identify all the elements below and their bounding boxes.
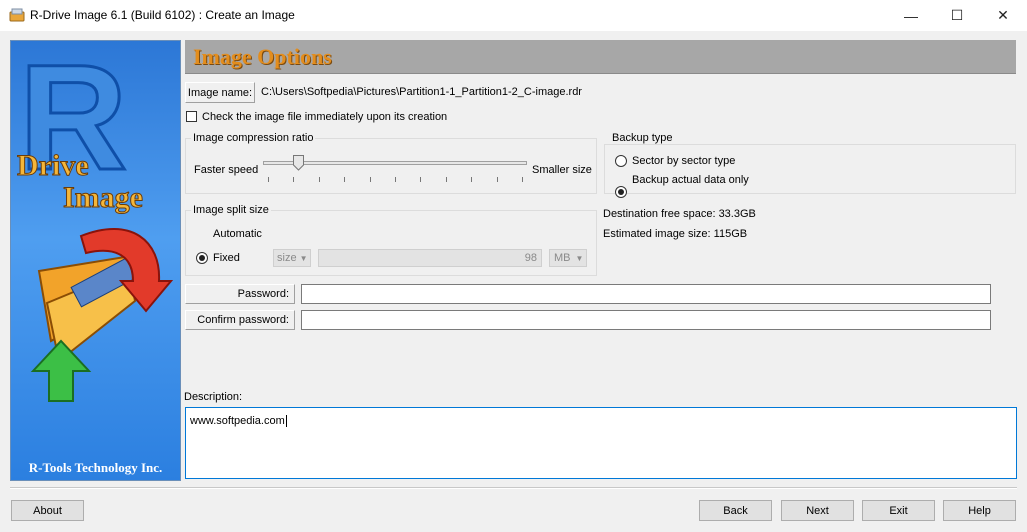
logo-image: Image: [63, 181, 143, 214]
product-banner: R Drive Image R-Tools Technology Inc.: [10, 40, 181, 481]
estimated-image-size: Estimated image size: 115GB: [603, 228, 748, 240]
maximize-button[interactable]: ☐: [934, 0, 980, 31]
company-name: R-Tools Technology Inc.: [28, 460, 163, 475]
logo-drive: Drive: [17, 149, 89, 182]
chevron-down-icon: ▼: [299, 253, 308, 263]
footer-divider: [10, 487, 1017, 489]
app-icon: [9, 8, 25, 22]
slider-tick: [293, 177, 295, 182]
slider-tick: [522, 177, 523, 182]
confirm-password-input[interactable]: [301, 310, 991, 330]
compression-slider-thumb[interactable]: [293, 155, 305, 171]
about-button[interactable]: About: [11, 500, 84, 521]
maximize-icon: ☐: [950, 7, 964, 23]
destination-free-space: Destination free space: 33.3GB: [603, 208, 756, 220]
image-name-value[interactable]: C:\Users\Softpedia\Pictures\Partition1-1…: [261, 86, 582, 98]
page-title: Image Options: [193, 44, 332, 69]
automatic-label[interactable]: Automatic: [213, 228, 262, 240]
description-textarea[interactable]: www.softpedia.com: [185, 407, 1017, 479]
password-label: Password:: [185, 284, 295, 304]
help-button[interactable]: Help: [943, 500, 1016, 521]
next-button[interactable]: Next: [781, 500, 854, 521]
fixed-label[interactable]: Fixed: [213, 252, 240, 264]
slider-tick: [395, 177, 396, 182]
banner-artwork: R Drive Image: [17, 41, 174, 402]
close-button[interactable]: ✕: [980, 0, 1026, 31]
slider-tick: [344, 177, 346, 182]
text-cursor: [285, 415, 287, 427]
backup-type-group: [604, 144, 1016, 194]
page-header: Image Options: [185, 40, 1016, 74]
backup-type-label: Backup type: [610, 132, 675, 144]
split-size-input[interactable]: 98: [318, 249, 542, 267]
slider-tick: [420, 177, 422, 182]
slider-tick: [369, 177, 371, 182]
chevron-down-icon: ▼: [575, 253, 584, 263]
check-image-checkbox[interactable]: [186, 111, 197, 122]
title-bar[interactable]: R-Drive Image 6.1 (Build 6102) : Create …: [0, 0, 1027, 31]
slider-tick: [445, 177, 447, 182]
smaller-size-label: Smaller size: [532, 164, 592, 176]
check-image-label[interactable]: Check the image file immediately upon it…: [202, 111, 447, 123]
back-button[interactable]: Back: [699, 500, 772, 521]
slider-tick: [268, 177, 269, 182]
green-arrow-icon: [30, 339, 92, 402]
automatic-radio[interactable]: [196, 252, 208, 264]
backup-actual-data-label[interactable]: Backup actual data only: [632, 174, 749, 186]
split-size-label: Image split size: [191, 204, 271, 216]
minimize-button[interactable]: —: [888, 0, 934, 31]
sector-by-sector-label[interactable]: Sector by sector type: [632, 155, 735, 167]
description-label: Description:: [184, 391, 243, 403]
sector-by-sector-radio[interactable]: [615, 155, 627, 167]
size-select[interactable]: size ▼: [273, 249, 311, 267]
slider-tick: [318, 177, 320, 182]
minimize-icon: —: [904, 7, 918, 24]
compression-group-label: Image compression ratio: [191, 132, 316, 144]
password-input[interactable]: [301, 284, 991, 304]
confirm-password-label: Confirm password:: [185, 310, 295, 330]
exit-button[interactable]: Exit: [862, 500, 935, 521]
folder-icon: [37, 254, 141, 363]
faster-speed-label: Faster speed: [194, 164, 259, 176]
window-title: R-Drive Image 6.1 (Build 6102) : Create …: [30, 8, 295, 22]
image-name-label: Image name:: [185, 82, 255, 103]
slider-tick: [471, 177, 473, 182]
slider-tick: [496, 177, 498, 182]
close-icon: ✕: [997, 7, 1009, 23]
unit-select[interactable]: MB ▼: [549, 249, 587, 267]
backup-actual-data-radio[interactable]: [615, 186, 627, 198]
